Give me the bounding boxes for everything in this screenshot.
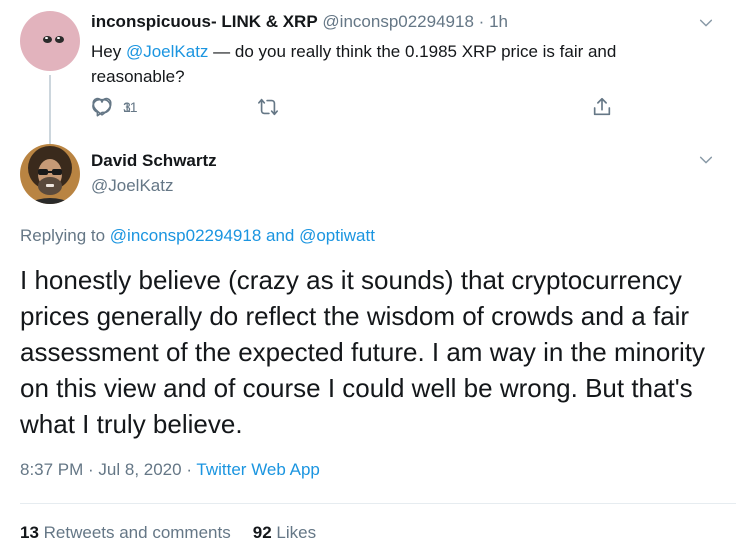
retweet-button[interactable] — [257, 96, 279, 118]
time-ago[interactable]: 1h — [489, 12, 508, 31]
parent-tweet[interactable]: inconspicuous- LINK & XRP @inconsp022949… — [0, 0, 736, 145]
like-count: 11 — [123, 99, 138, 115]
avatar[interactable] — [20, 144, 80, 204]
tweet-text: I honestly believe (crazy as it sounds) … — [20, 265, 705, 439]
divider — [20, 503, 736, 504]
parent-tweet-text: Hey @JoelKatz — do you really think the … — [91, 39, 671, 89]
retweets-label: Retweets and comments — [38, 523, 231, 542]
like-icon — [92, 97, 112, 116]
replying-prefix: Replying to — [20, 226, 110, 245]
tweet-stats: 13 Retweets and comments 92 Likes — [20, 523, 316, 543]
replying-user-link[interactable]: @inconsp02294918 — [110, 226, 262, 245]
display-name[interactable]: inconspicuous- LINK & XRP — [91, 12, 318, 31]
share-icon — [593, 97, 611, 116]
likes-label: Likes — [271, 523, 317, 542]
retweets-stat[interactable]: 13 Retweets and comments — [20, 523, 231, 542]
profile-photo — [20, 144, 80, 204]
share-button[interactable] — [591, 96, 613, 118]
parent-tweet-header: inconspicuous- LINK & XRP @inconsp022949… — [91, 12, 508, 32]
likes-stat[interactable]: 92 Likes — [253, 523, 316, 542]
avatar-eye — [43, 36, 52, 43]
thread-line — [49, 75, 51, 145]
avatar[interactable] — [20, 11, 80, 71]
retweets-count: 13 — [20, 523, 39, 542]
replying-and: and — [261, 226, 300, 245]
mention-link[interactable]: @JoelKatz — [126, 42, 208, 61]
chevron-down-icon[interactable] — [698, 152, 714, 168]
display-name[interactable]: David Schwartz — [91, 151, 217, 171]
replying-to: Replying to @inconsp02294918 and @optiwa… — [20, 226, 375, 246]
timestamp[interactable]: 8:37 PM · Jul 8, 2020 · — [20, 460, 196, 479]
source-link[interactable]: Twitter Web App — [196, 460, 319, 479]
retweet-icon — [258, 98, 278, 116]
avatar-eye — [55, 36, 64, 43]
tweet-actions: 3 11 — [91, 96, 631, 122]
handle[interactable]: @inconsp02294918 — [322, 12, 474, 31]
separator: · — [478, 12, 485, 31]
like-button[interactable]: 11 — [91, 96, 138, 118]
chevron-down-icon[interactable] — [698, 15, 714, 31]
replying-user-link[interactable]: @optiwatt — [299, 226, 375, 245]
tweet-meta: 8:37 PM · Jul 8, 2020 · Twitter Web App — [20, 460, 320, 480]
handle[interactable]: @JoelKatz — [91, 176, 173, 196]
text-prefix: Hey — [91, 42, 126, 61]
likes-count: 92 — [252, 523, 272, 542]
